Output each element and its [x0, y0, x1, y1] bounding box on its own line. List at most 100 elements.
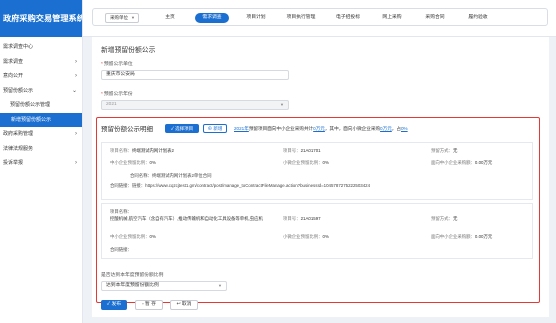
sidebar-item-label: 预留份额公示管理: [10, 102, 51, 108]
detail-heading: 预留份额公示明细: [101, 126, 153, 133]
sidebar-item-label: 需求调查中心: [3, 44, 34, 50]
chevron-down-icon: ▼: [280, 102, 284, 107]
field-key: 面向中小企业采购额：: [431, 160, 475, 165]
field-key: 项目号：: [283, 216, 301, 221]
year-field-value: 2021: [106, 102, 117, 107]
tab-project-plan[interactable]: 项目计划: [239, 13, 273, 23]
year-field[interactable]: 2021 ▼: [101, 100, 289, 110]
publish-label: 发布: [111, 302, 122, 307]
field-key: 项目号：: [283, 148, 301, 153]
summary-small-amount: 0万元: [380, 126, 392, 131]
publish-button[interactable]: ✓ 发布: [101, 300, 127, 310]
sidebar-item-label: 需求调查: [3, 58, 24, 65]
chevron-right-icon: ›: [75, 73, 77, 79]
tab-project-exec[interactable]: 项目执行管理: [281, 13, 321, 23]
unit-field-value: 重庆市公安局: [106, 72, 135, 77]
sidebar-item-law-service[interactable]: 法律法规服务: [0, 142, 82, 157]
field-value: 0%: [149, 234, 156, 239]
field-value: 无: [452, 148, 458, 153]
contract-link[interactable]: 链接：https://www.cqzcjtest1.gm/contract/po…: [132, 183, 370, 188]
chevron-right-icon: ›: [75, 160, 77, 166]
sme-amount: 面向中小企业采购额：0.00万元: [431, 234, 492, 240]
tab-acceptance[interactable]: 履约验收: [461, 13, 495, 23]
field-key: 预留方式：: [431, 216, 453, 221]
select-project-label: 选择项目: [175, 126, 194, 131]
project-name-value: 控酸机械,航空汽车（含自有汽车）,推动传输机和自动化工具设备等单机,虫应机: [110, 216, 263, 221]
sidebar-item-demand-survey[interactable]: 需求调查 ›: [0, 55, 82, 70]
field-key: 合同链接：: [110, 183, 132, 188]
new-button-label: 新增: [213, 126, 223, 131]
reach-ratio-label: 是否达到本年度预留份额比例: [101, 273, 164, 278]
chevron-right-icon: ›: [75, 58, 77, 65]
sme-ratio: 中小企业预留比例：0%: [110, 234, 156, 240]
role-selector-value: 采购单位: [110, 15, 128, 20]
sidebar-item-demand-center[interactable]: 需求调查中心: [0, 40, 82, 55]
contract-title: 合同名称：终端测试内网计划表2单位合同: [130, 173, 212, 178]
reach-ratio-select[interactable]: 达到本年度预留份额比例 ▼: [101, 281, 227, 291]
field-value: 21A01701: [300, 148, 321, 153]
chevron-down-icon: ▼: [131, 15, 135, 20]
sidebar-item-reserve-public[interactable]: 预留份额公示 ⌄: [0, 84, 82, 99]
field-key: 面向中小企业采购额：: [431, 234, 475, 239]
cancel-label: 取消: [181, 302, 192, 307]
sme-ratio: 中小企业预留比例：0%: [110, 160, 156, 166]
top-bar: 采购单位 ▼ 主页 需求调查 项目计划 项目执行管理 电子招投标 网上采购 采购合…: [83, 0, 556, 37]
summary-line: 2021年预留项目面向中小企业采购共计0万元，其中，面向小微企业采购0万元，占0…: [234, 126, 408, 132]
field-value: 0.00万元: [474, 160, 493, 165]
sidebar-item-reserve-new[interactable]: 新增预留份额公示: [0, 112, 82, 127]
year-label-text: 预留公示年份: [103, 92, 133, 97]
summary-text: ，占: [391, 126, 401, 131]
tab-online-purchase[interactable]: 网上采购: [375, 13, 409, 23]
role-selector[interactable]: 采购单位 ▼: [105, 13, 139, 23]
sme-amount: 面向中小企业采购额：0.00万元: [431, 160, 492, 166]
small-ratio: 小微企业预留比例：0%: [283, 160, 329, 166]
sidebar: 政府采购交易管理系统 需求调查中心 需求调查 › 意向公开 › 预留份额公示 ⌄ 预留…: [0, 0, 83, 323]
project-name: 项目名称：终端测试内网计划表2: [110, 148, 174, 154]
unit-field[interactable]: 重庆市公安局: [101, 70, 289, 80]
tab-home[interactable]: 主页: [157, 13, 183, 23]
chevron-down-icon: ⌄: [71, 87, 77, 94]
sidebar-item-gov-procurement[interactable]: 政府采购管理 ›: [0, 127, 82, 142]
tab-contract[interactable]: 采购合同: [418, 13, 452, 23]
field-key: 小微企业预留比例：: [283, 160, 323, 165]
field-key: 项目名称：: [110, 148, 132, 153]
year-label: *预留公示年份: [101, 90, 133, 97]
field-key: 预留方式：: [431, 148, 453, 153]
sidebar-item-intent-public[interactable]: 意向公开 ›: [0, 69, 82, 84]
contract-link-line: 合同链接：: [110, 247, 132, 252]
project-no: 项目号：21A01597: [283, 216, 321, 222]
contract-link-line: 合同链接：链接：https://www.cqzcjtest1.gm/contra…: [110, 183, 370, 189]
sidebar-item-label: 法律法规服务: [3, 145, 34, 152]
reach-ratio-value: 达到本年度预留份额比例: [106, 283, 159, 288]
required-mark: *: [101, 62, 103, 67]
main-panel: 新增预留份额公示 *预留公示单位 重庆市公安局 *预留公示年份 2021 ▼ 预留…: [92, 37, 549, 317]
sidebar-item-label: 新增预留份额公示: [11, 116, 52, 123]
chevron-right-icon: ›: [75, 131, 77, 137]
project-card: 项目名称：终端测试内网计划表2 项目号：21A01701 预留方式：无 中小企业…: [101, 142, 533, 200]
reserve-type: 预留方式：无: [431, 216, 457, 222]
select-project-button[interactable]: ✓ 选择项目: [165, 124, 199, 133]
field-value: 终端测试内网计划表2: [131, 148, 174, 153]
unit-label: *预留公示单位: [101, 60, 133, 67]
summary-text: ，其中，面向小微企业采购: [324, 126, 381, 131]
sidebar-item-reserve-manage[interactable]: 预留份额公示管理: [0, 98, 82, 113]
summary-text: 预留项目面向中小企业采购共计: [248, 126, 314, 131]
save-draft-button[interactable]: ▫ 暂 存: [135, 300, 163, 310]
tab-e-bidding[interactable]: 电子招投标: [328, 13, 368, 23]
summary-sme-amount: 0万元: [313, 126, 325, 131]
small-ratio: 小微企业预留比例：0%: [283, 234, 329, 240]
field-key: 中小企业预留比例：: [110, 160, 150, 165]
chevron-down-icon: ▼: [218, 283, 222, 288]
field-key: 中小企业预留比例：: [110, 234, 150, 239]
sidebar-item-label: 政府采购管理: [3, 131, 34, 137]
page-title: 新增预留份额公示: [101, 47, 156, 54]
new-button[interactable]: ⊕ 新增: [203, 124, 227, 133]
tab-demand-survey[interactable]: 需求调查: [195, 13, 229, 23]
app-title: 政府采购交易管理系统: [0, 0, 82, 37]
cancel-button[interactable]: ↩ 取消: [170, 300, 198, 310]
sidebar-item-label: 预留份额公示: [3, 87, 34, 94]
sidebar-item-complaint[interactable]: 投诉举报 ›: [0, 156, 82, 171]
field-value: 0%: [322, 234, 329, 239]
field-value: 0%: [322, 160, 329, 165]
field-value: 0%: [149, 160, 156, 165]
